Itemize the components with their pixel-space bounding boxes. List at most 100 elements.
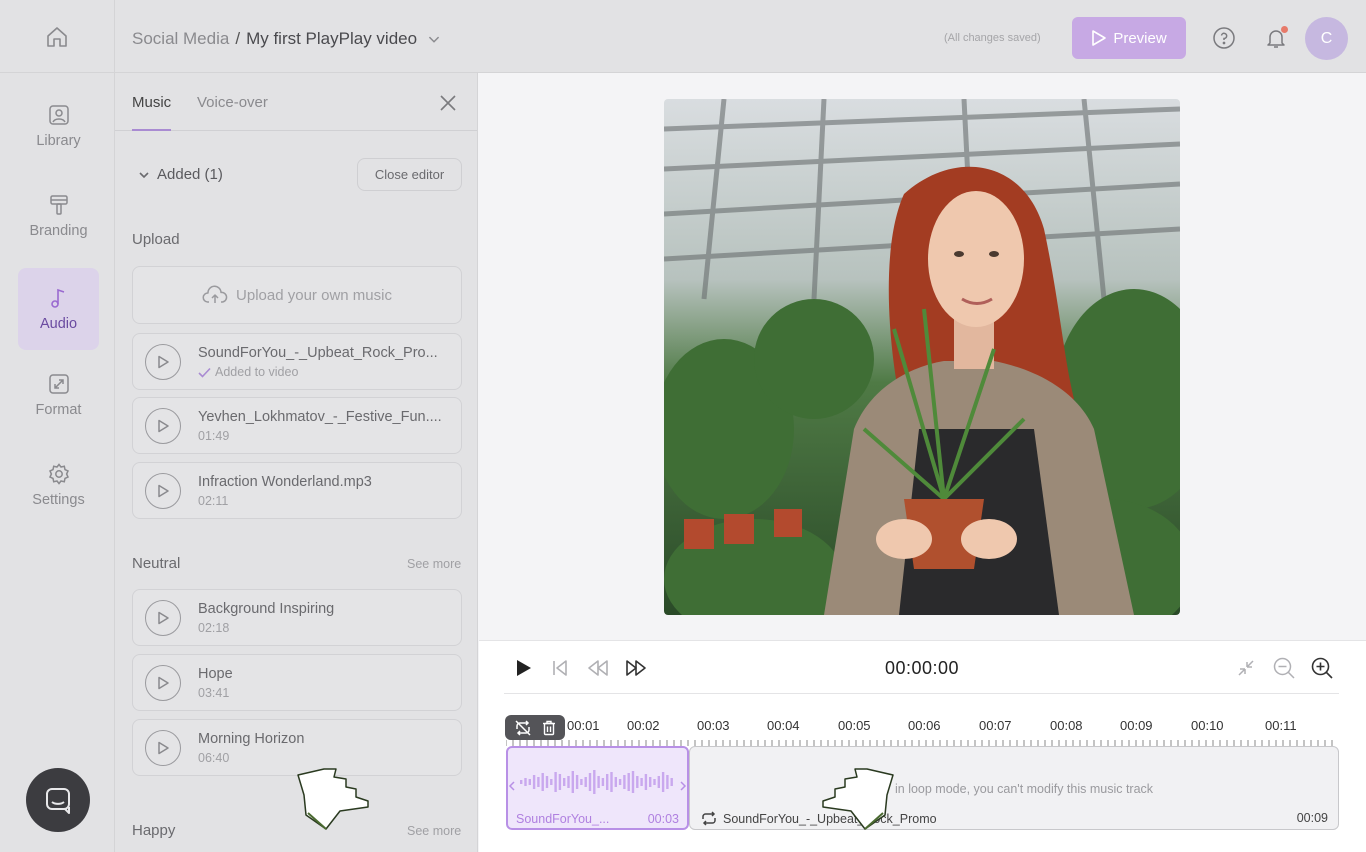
tab-voice-over[interactable]: Voice-over [197,94,268,111]
neutral-section-title: Neutral [132,555,181,572]
track-name: Hope [198,666,233,682]
fit-to-screen-button[interactable] [1235,657,1257,679]
waveform-bar [653,779,656,785]
tick-label: 00:07 [979,718,1012,733]
audio-panel: Music Voice-over Added (1) Close editor … [115,73,478,852]
rewind-button[interactable] [587,657,609,679]
looped-audio-clip[interactable]: in loop mode, you can't modify this musi… [689,746,1339,830]
home-icon [47,26,67,47]
tick-label: 00:09 [1120,718,1153,733]
chevron-down-icon [139,171,149,178]
added-toggle[interactable]: Added (1) [137,166,223,183]
waveform-bar [657,776,660,788]
preview-button[interactable]: Preview [1072,17,1186,59]
timeline-divider [504,693,1339,694]
track-name: SoundForYou_-_Upbeat_Rock_Pro... [198,345,438,361]
nav-item-settings[interactable]: Settings [18,444,99,526]
waveform-bar [554,772,557,792]
resize-icon [48,374,69,394]
waveform-bar [593,770,596,794]
zoom-in-button[interactable] [1311,657,1333,679]
paint-roller-icon [49,195,68,215]
waveform-bar [601,778,605,786]
track-duration: 02:11 [198,494,229,508]
waveform-bar [524,778,527,786]
home-button[interactable] [0,0,115,73]
play-button[interactable] [145,473,181,509]
list-item[interactable]: Background Inspiring 02:18 [132,589,462,646]
play-button[interactable] [145,600,181,636]
waveform-bar [541,773,544,791]
waveform-bar [618,779,622,785]
image-icon [48,105,69,125]
track-status: Added to video [198,365,298,379]
skip-back-icon [553,660,567,676]
waveform-bar [670,778,673,786]
loop-icon [702,811,716,826]
close-icon[interactable] [437,92,459,114]
upload-label: Upload your own music [236,286,392,304]
play-button[interactable] [145,730,181,766]
track-duration: 06:40 [198,751,230,765]
waveform-bar [580,779,583,785]
nav-item-branding[interactable]: Branding [18,175,99,257]
play-icon [158,355,169,369]
top-bar: Social Media / My first PlayPlay video (… [0,0,1366,73]
zoom-out-button[interactable] [1273,657,1295,679]
waveform-bar [520,780,523,784]
play-button[interactable] [145,344,181,380]
play-button[interactable] [145,408,181,444]
track-name: Infraction Wonderland.mp3 [198,474,372,490]
tab-music[interactable]: Music [132,94,171,111]
play-icon [158,611,169,625]
tick-label: 00:11 [1265,718,1297,733]
play-button[interactable] [512,657,534,679]
chat-button[interactable] [26,768,90,832]
waveform [508,770,687,794]
waveform-bar [666,775,669,789]
video-frame-image [664,99,1180,615]
play-button[interactable] [145,665,181,701]
happy-see-more-link[interactable]: See more [407,824,461,838]
nav-item-library[interactable]: Library [18,85,99,167]
video-preview[interactable] [664,99,1180,615]
fast-forward-button[interactable] [625,657,647,679]
gear-icon [48,463,69,485]
chevron-down-icon[interactable] [423,28,445,50]
list-item[interactable]: SoundForYou_-_Upbeat_Rock_Pro... Added t… [132,333,462,390]
neutral-see-more-link[interactable]: See more [407,557,461,571]
waveform-bar [606,774,609,790]
notifications-button[interactable] [1264,26,1288,50]
happy-section-title: Happy [132,822,176,839]
tick-label: 00:10 [1191,718,1224,733]
waveform-bar [640,778,643,786]
waveform-bar [528,779,531,785]
list-item[interactable]: Infraction Wonderland.mp3 02:11 [132,462,462,519]
tick-label: 00:05 [838,718,871,733]
selected-audio-clip[interactable]: SoundForYou_... 00:03 [506,746,689,830]
nav-item-audio[interactable]: Audio [18,268,99,350]
help-button[interactable] [1212,26,1236,50]
avatar[interactable]: C [1305,17,1348,60]
close-editor-button[interactable]: Close editor [357,158,462,191]
nav-item-format[interactable]: Format [18,354,99,436]
collapse-icon [1238,660,1254,676]
hand-cursor-icon [297,768,369,830]
waveform-bar [567,776,570,788]
loop-off-icon[interactable] [514,719,532,736]
breadcrumb-root[interactable]: Social Media [132,29,229,49]
list-item[interactable]: Yevhen_Lokhmatov_-_Festive_Fun.... 01:49 [132,397,462,454]
breadcrumb[interactable]: Social Media / My first PlayPlay video [132,28,445,50]
project-title[interactable]: My first PlayPlay video [246,29,417,49]
waveform-bar [550,779,553,785]
waveform-bar [575,775,579,789]
waveform-bar [563,778,566,786]
left-nav: Library Branding Audio Format Settings [0,73,115,852]
upload-music-button[interactable]: Upload your own music [132,266,462,324]
track-duration: 03:41 [198,686,230,700]
upload-section-title: Upload [132,231,180,248]
skip-to-start-button[interactable] [549,657,571,679]
trash-icon[interactable] [542,720,556,736]
list-item[interactable]: Hope 03:41 [132,654,462,711]
track-duration: 01:49 [198,429,230,443]
